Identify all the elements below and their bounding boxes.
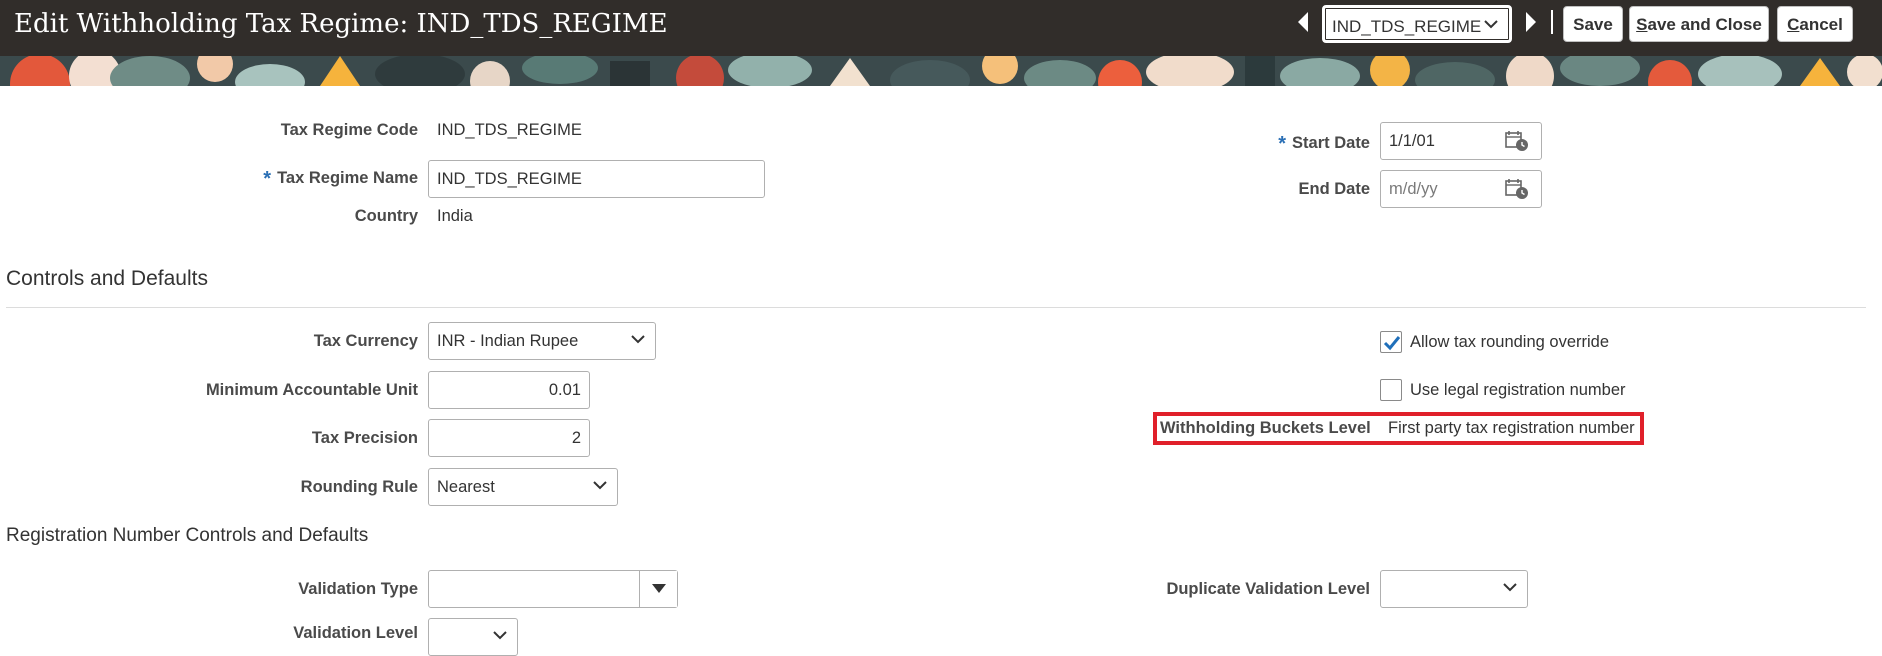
save-and-close-button[interactable]: Save and Close bbox=[1629, 6, 1769, 42]
required-indicator: * bbox=[263, 168, 272, 190]
tax-currency-label: Tax Currency bbox=[313, 332, 418, 350]
tax-regime-name-input[interactable]: IND_TDS_REGIME bbox=[428, 160, 765, 198]
calendar-icon[interactable] bbox=[1505, 130, 1529, 152]
validation-type-combobox[interactable] bbox=[428, 570, 678, 608]
registration-number-controls-heading: Registration Number Controls and Default… bbox=[6, 525, 369, 546]
caret-down-icon bbox=[652, 584, 666, 593]
chevron-down-icon bbox=[593, 481, 607, 490]
tax-regime-name-label: * Tax Regime Name bbox=[100, 166, 418, 190]
minimum-accountable-unit-input[interactable]: 0.01 bbox=[428, 371, 590, 409]
minimum-accountable-unit-label: Minimum Accountable Unit bbox=[205, 381, 418, 399]
tax-regime-name-label-text: Tax Regime Name bbox=[277, 169, 418, 187]
allow-tax-rounding-override-checkbox[interactable] bbox=[1380, 331, 1402, 353]
validation-type-dropdown-button[interactable] bbox=[639, 571, 677, 607]
calendar-icon[interactable] bbox=[1505, 178, 1529, 200]
tax-regime-code-value: IND_TDS_REGIME bbox=[437, 121, 582, 139]
chevron-down-icon bbox=[631, 335, 645, 344]
country-value: India bbox=[437, 207, 473, 225]
validation-level-select[interactable] bbox=[428, 618, 518, 656]
controls-and-defaults-heading: Controls and Defaults bbox=[6, 267, 208, 290]
page-title: Edit Withholding Tax Regime: IND_TDS_REG… bbox=[14, 9, 668, 39]
save-and-close-label: ave and Close bbox=[1647, 15, 1762, 34]
cancel-label: ancel bbox=[1799, 15, 1843, 34]
save-button[interactable]: Save bbox=[1563, 6, 1623, 42]
save-and-close-mnemonic: S bbox=[1636, 15, 1648, 34]
previous-record-icon[interactable] bbox=[1298, 12, 1308, 32]
end-date-input[interactable]: m/d/yy bbox=[1380, 170, 1542, 208]
page-header: Edit Withholding Tax Regime: IND_TDS_REG… bbox=[0, 0, 1882, 56]
validation-type-label: Validation Type bbox=[298, 580, 418, 598]
checkmark-icon bbox=[1383, 336, 1401, 351]
required-indicator: * bbox=[1278, 133, 1287, 155]
start-date-label-text: Start Date bbox=[1292, 134, 1370, 152]
tax-precision-label: Tax Precision bbox=[311, 429, 418, 447]
rounding-rule-select[interactable]: Nearest bbox=[428, 468, 618, 506]
record-select-value: IND_TDS_REGIME bbox=[1332, 17, 1482, 36]
chevron-down-icon bbox=[1484, 20, 1498, 29]
header-divider bbox=[1551, 10, 1553, 34]
banner-pattern-graphic bbox=[0, 56, 1882, 86]
use-legal-registration-number-checkbox[interactable] bbox=[1380, 379, 1402, 401]
duplicate-validation-level-label: Duplicate Validation Level bbox=[1166, 580, 1370, 598]
end-date-placeholder: m/d/yy bbox=[1389, 180, 1438, 198]
tax-precision-value: 2 bbox=[571, 429, 581, 447]
end-date-label: End Date bbox=[1298, 180, 1370, 198]
country-label: Country bbox=[354, 207, 418, 225]
tax-regime-code-label: Tax Regime Code bbox=[280, 121, 418, 139]
tax-currency-select[interactable]: INR - Indian Rupee bbox=[428, 322, 656, 360]
withholding-buckets-level-label: Withholding Buckets Level bbox=[1160, 419, 1371, 437]
chevron-down-icon bbox=[1503, 583, 1517, 592]
withholding-buckets-level-value: First party tax registration number bbox=[1388, 419, 1635, 437]
start-date-label: * Start Date bbox=[1180, 131, 1370, 155]
record-select[interactable]: IND_TDS_REGIME bbox=[1322, 5, 1512, 43]
validation-level-label: Validation Level bbox=[293, 624, 418, 642]
next-record-icon[interactable] bbox=[1526, 12, 1536, 32]
minimum-accountable-unit-value: 0.01 bbox=[548, 381, 581, 399]
start-date-value: 1/1/01 bbox=[1389, 132, 1435, 150]
tax-regime-name-value: IND_TDS_REGIME bbox=[437, 170, 582, 188]
section-divider bbox=[6, 307, 1866, 308]
cancel-mnemonic: C bbox=[1787, 15, 1800, 34]
rounding-rule-label: Rounding Rule bbox=[300, 478, 418, 496]
tax-precision-input[interactable]: 2 bbox=[428, 419, 590, 457]
cancel-button[interactable]: Cancel bbox=[1777, 6, 1853, 42]
header-banner-pattern bbox=[0, 56, 1882, 86]
rounding-rule-value: Nearest bbox=[437, 478, 495, 496]
start-date-input[interactable]: 1/1/01 bbox=[1380, 122, 1542, 160]
duplicate-validation-level-select[interactable] bbox=[1380, 570, 1528, 608]
save-button-label: Save bbox=[1573, 15, 1613, 34]
allow-tax-rounding-override-label: Allow tax rounding override bbox=[1410, 333, 1610, 351]
tax-currency-value: INR - Indian Rupee bbox=[437, 332, 579, 350]
use-legal-registration-number-label: Use legal registration number bbox=[1410, 381, 1626, 399]
